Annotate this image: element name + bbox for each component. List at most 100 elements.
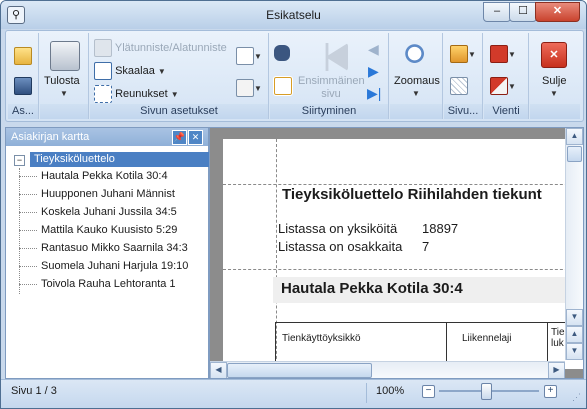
table-divider — [547, 323, 548, 363]
status-bar: Sivu 1 / 3 100% − + ⋰ — [1, 379, 586, 408]
group-label-page-background: Sivu... — [444, 104, 482, 119]
status-separator — [366, 383, 367, 403]
title-bar[interactable]: ⚲ Esikatselu – ☐ ✕ — [1, 1, 586, 29]
chevron-down-icon[interactable]: ▼ — [550, 89, 558, 98]
page-color-button[interactable]: ▼ — [450, 45, 476, 63]
close-preview-button[interactable]: Sulje — [542, 75, 566, 87]
vertical-scroll-thumb[interactable] — [567, 146, 582, 162]
tree-root-label[interactable]: Tieyksiköluettelo — [30, 152, 215, 167]
scroll-up-icon[interactable]: ▲ — [566, 128, 583, 145]
tree-item-label: Hautala Pekka Kotila 30:4 — [41, 170, 168, 182]
pdf-icon — [490, 45, 508, 63]
email-pdf-button[interactable]: ▼ — [490, 77, 516, 95]
previous-page-icon[interactable]: ▲ — [566, 326, 583, 343]
watermark-icon — [450, 77, 468, 95]
scroll-down-icon[interactable]: ▼ — [566, 309, 583, 326]
close-icon[interactable]: ✕ — [188, 130, 203, 145]
next-page-icon[interactable]: ▶ — [368, 63, 379, 80]
report-row-value: 18897 — [422, 221, 459, 236]
close-window-button[interactable]: ✕ — [535, 2, 580, 22]
scroll-left-icon[interactable]: ◀ — [210, 362, 227, 378]
ribbon-group-print: Tulosta ▼ — [40, 33, 89, 119]
group-label-print — [40, 104, 88, 119]
page-icon — [236, 47, 254, 65]
document-map-title: Asiakirjan kartta — [11, 131, 90, 143]
scale-button[interactable]: Skaalaa ▼ — [94, 62, 166, 80]
header-footer-icon — [94, 39, 112, 57]
print-button[interactable]: Tulosta — [44, 75, 80, 87]
ribbon-group-page-setup: Ylätunniste/Alatunniste Skaalaa ▼ Reunuk… — [90, 33, 269, 119]
scroll-right-icon[interactable]: ▶ — [548, 362, 565, 378]
zoom-out-icon[interactable]: − — [422, 385, 435, 398]
header-footer-button[interactable]: Ylätunniste/Alatunniste — [94, 39, 227, 57]
vertical-scrollbar[interactable]: ▲ ▼ ▲ ▼ — [565, 128, 583, 360]
margin-guide — [223, 184, 583, 185]
group-label-page-setup: Sivun asetukset — [90, 104, 268, 119]
document-map-button[interactable] — [273, 76, 293, 96]
tree-root[interactable]: − Tieyksiköluettelo — [14, 152, 215, 168]
zoom-in-icon[interactable]: + — [544, 385, 557, 398]
save-button[interactable] — [14, 77, 32, 95]
preview-window: ⚲ Esikatselu – ☐ ✕ As... Tulosta ▼ Ylätu… — [0, 0, 587, 409]
chevron-down-icon[interactable]: ▼ — [60, 89, 68, 98]
tree-item[interactable]: Toivola Rauha Lehtoranta 1 — [19, 276, 176, 292]
horizontal-scrollbar[interactable]: ◀ ▶ — [210, 361, 565, 378]
minimize-button[interactable]: – — [483, 2, 511, 22]
report-table: Tienkäyttöyksikkö Liikennelaji Tie luk — [275, 322, 583, 363]
email-pdf-icon — [490, 77, 508, 95]
open-button[interactable] — [14, 47, 32, 65]
maximize-button[interactable]: ☐ — [509, 2, 537, 22]
previous-page-icon[interactable]: ◀ — [368, 41, 379, 58]
page-indicator: Sivu 1 / 3 — [11, 385, 57, 397]
ribbon-group-file: As... — [8, 33, 39, 119]
chevron-down-icon[interactable]: ▼ — [412, 89, 420, 98]
ribbon-group-zoom: Zoomaus ▼ — [390, 33, 443, 119]
watermark-button[interactable] — [450, 77, 468, 95]
scale-icon — [94, 62, 112, 80]
tree-item[interactable]: Suomela Juhani Harjula 19:10 — [19, 258, 188, 274]
horizontal-scroll-thumb[interactable] — [227, 363, 372, 378]
document-map-icon — [273, 76, 293, 96]
report-row-value: 7 — [422, 239, 430, 254]
scale-label: Skaalaa — [115, 64, 155, 77]
zoom-slider-thumb[interactable] — [481, 383, 492, 400]
tree-item-label: Huupponen Juhani Männist — [41, 188, 175, 200]
tree-item-label: Rantasuo Mikko Saarnila 34:3 — [41, 242, 188, 254]
tree-item-label: Toivola Rauha Lehtoranta 1 — [41, 278, 176, 290]
margin-guide — [223, 269, 583, 270]
section-title: Hautala Pekka Kotila 30:4 — [281, 280, 463, 297]
zoom-button[interactable]: Zoomaus — [394, 75, 440, 87]
report-row-label: Listassa on osakkaita — [278, 239, 403, 254]
ribbon-group-close: ✕ Sulje ▼ — [530, 33, 580, 119]
group-label-navigation: Siirtyminen — [270, 104, 388, 119]
close-icon: ✕ — [541, 42, 567, 68]
tree-item[interactable]: Mattila Kauko Kuusisto 5:29 — [19, 222, 177, 238]
pin-icon[interactable]: 📌 — [172, 130, 187, 145]
first-page-button[interactable]: Ensimmäinen sivu — [298, 75, 365, 101]
margins-button[interactable]: Reunukset ▼ — [94, 85, 179, 103]
zoom-icon — [402, 41, 430, 69]
tree-item[interactable]: Hautala Pekka Kotila 30:4 — [19, 168, 168, 184]
zoom-level[interactable]: 100% — [376, 385, 404, 397]
document-map-panel: Asiakirjan kartta 📌 ✕ − Tieyksiköluettel… — [5, 127, 215, 379]
page-layout-button[interactable]: ▼ — [236, 47, 262, 65]
page-background-button[interactable]: ▼ — [236, 79, 262, 97]
folder-icon — [14, 47, 32, 65]
resize-grip-icon[interactable]: ⋰ — [572, 392, 581, 403]
find-button[interactable] — [274, 45, 290, 61]
table-header: Tie — [551, 327, 565, 338]
next-page-icon[interactable]: ▼ — [566, 343, 583, 360]
group-label-file: As... — [8, 104, 38, 119]
tree-item[interactable]: Koskela Juhani Jussila 34:5 — [19, 204, 177, 220]
export-pdf-button[interactable]: ▼ — [490, 45, 516, 63]
group-label-close — [530, 104, 580, 119]
save-icon — [14, 77, 32, 95]
tree-item-label: Koskela Juhani Jussila 34:5 — [41, 206, 177, 218]
collapse-icon[interactable]: − — [14, 155, 25, 166]
document-map-header: Asiakirjan kartta 📌 ✕ — [6, 128, 208, 146]
tree-item[interactable]: Rantasuo Mikko Saarnila 34:3 — [19, 240, 188, 256]
preview-area[interactable]: Tieyksiköluettelo Riihilahden tiekunt Li… — [209, 127, 584, 379]
ribbon: As... Tulosta ▼ Ylätunniste/Alatunniste … — [5, 30, 584, 122]
last-page-icon[interactable]: ▶| — [367, 85, 381, 102]
tree-item[interactable]: Huupponen Juhani Männist — [19, 186, 175, 202]
